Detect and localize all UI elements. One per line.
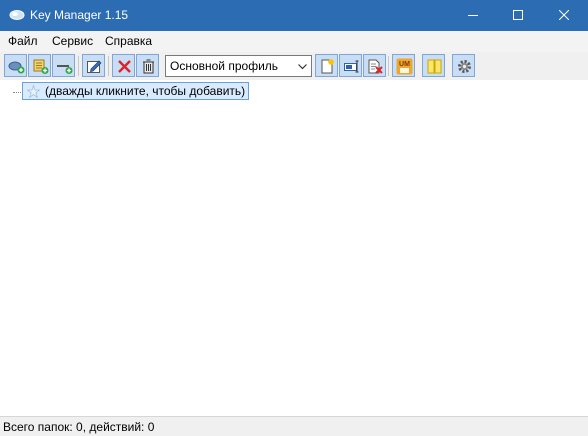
toolbar-separator xyxy=(388,56,389,76)
um-icon: UM xyxy=(396,58,413,75)
add-separator-icon xyxy=(57,65,73,74)
menu-file[interactable]: Файл xyxy=(8,34,38,48)
add-action-icon xyxy=(33,59,49,74)
star-icon xyxy=(27,85,40,98)
book-icon xyxy=(427,59,442,74)
chevron-down-icon xyxy=(298,64,307,70)
book-button[interactable] xyxy=(422,54,445,77)
um-button[interactable]: UM xyxy=(392,54,415,77)
maximize-button[interactable] xyxy=(495,0,541,31)
profile-select[interactable]: Основной профиль xyxy=(165,55,312,77)
trash-button[interactable] xyxy=(136,54,159,77)
window-title: Key Manager 1.15 xyxy=(30,8,129,22)
edit-button[interactable] xyxy=(82,54,105,77)
rename-profile-icon xyxy=(344,60,359,73)
add-folder-icon xyxy=(8,61,25,74)
delete-icon xyxy=(118,60,131,73)
menu-help[interactable]: Справка xyxy=(105,34,152,48)
edit-icon xyxy=(87,60,102,73)
delete-profile-button[interactable] xyxy=(363,54,386,77)
delete-profile-icon xyxy=(368,59,383,74)
tree-connector-line xyxy=(13,92,21,93)
tree-view[interactable]: (дважды кликните, чтобы добавить) xyxy=(0,80,588,416)
toolbar-separator xyxy=(108,56,109,76)
minimize-icon xyxy=(468,15,478,16)
toolbar-separator xyxy=(78,56,79,76)
app-key-icon xyxy=(9,10,25,20)
add-action-button[interactable] xyxy=(28,54,51,77)
settings-button[interactable] xyxy=(452,54,475,77)
um-text: UM xyxy=(399,61,410,68)
status-bar: Всего папок: 0, действий: 0 xyxy=(0,416,588,436)
settings-gear-icon xyxy=(458,60,471,73)
menu-bar: Файл Сервис Справка xyxy=(0,31,588,52)
add-separator-button[interactable] xyxy=(52,54,75,77)
maximize-icon xyxy=(513,10,523,20)
close-icon xyxy=(559,10,569,20)
minimize-button[interactable] xyxy=(450,0,496,31)
tree-item-add-placeholder[interactable]: (дважды кликните, чтобы добавить) xyxy=(22,82,250,100)
tree-item-label: (дважды кликните, чтобы добавить) xyxy=(45,84,246,98)
rename-profile-button[interactable] xyxy=(339,54,362,77)
status-text: Всего папок: 0, действий: 0 xyxy=(3,420,155,434)
add-folder-button[interactable] xyxy=(4,54,27,77)
close-button[interactable] xyxy=(541,0,587,31)
new-profile-icon xyxy=(321,59,334,74)
trash-icon xyxy=(143,59,154,74)
title-bar[interactable]: Key Manager 1.15 xyxy=(0,0,588,31)
new-profile-button[interactable] xyxy=(315,54,338,77)
menu-service[interactable]: Сервис xyxy=(52,34,93,48)
profile-select-value: Основной профиль xyxy=(170,59,279,73)
delete-button[interactable] xyxy=(112,54,135,77)
